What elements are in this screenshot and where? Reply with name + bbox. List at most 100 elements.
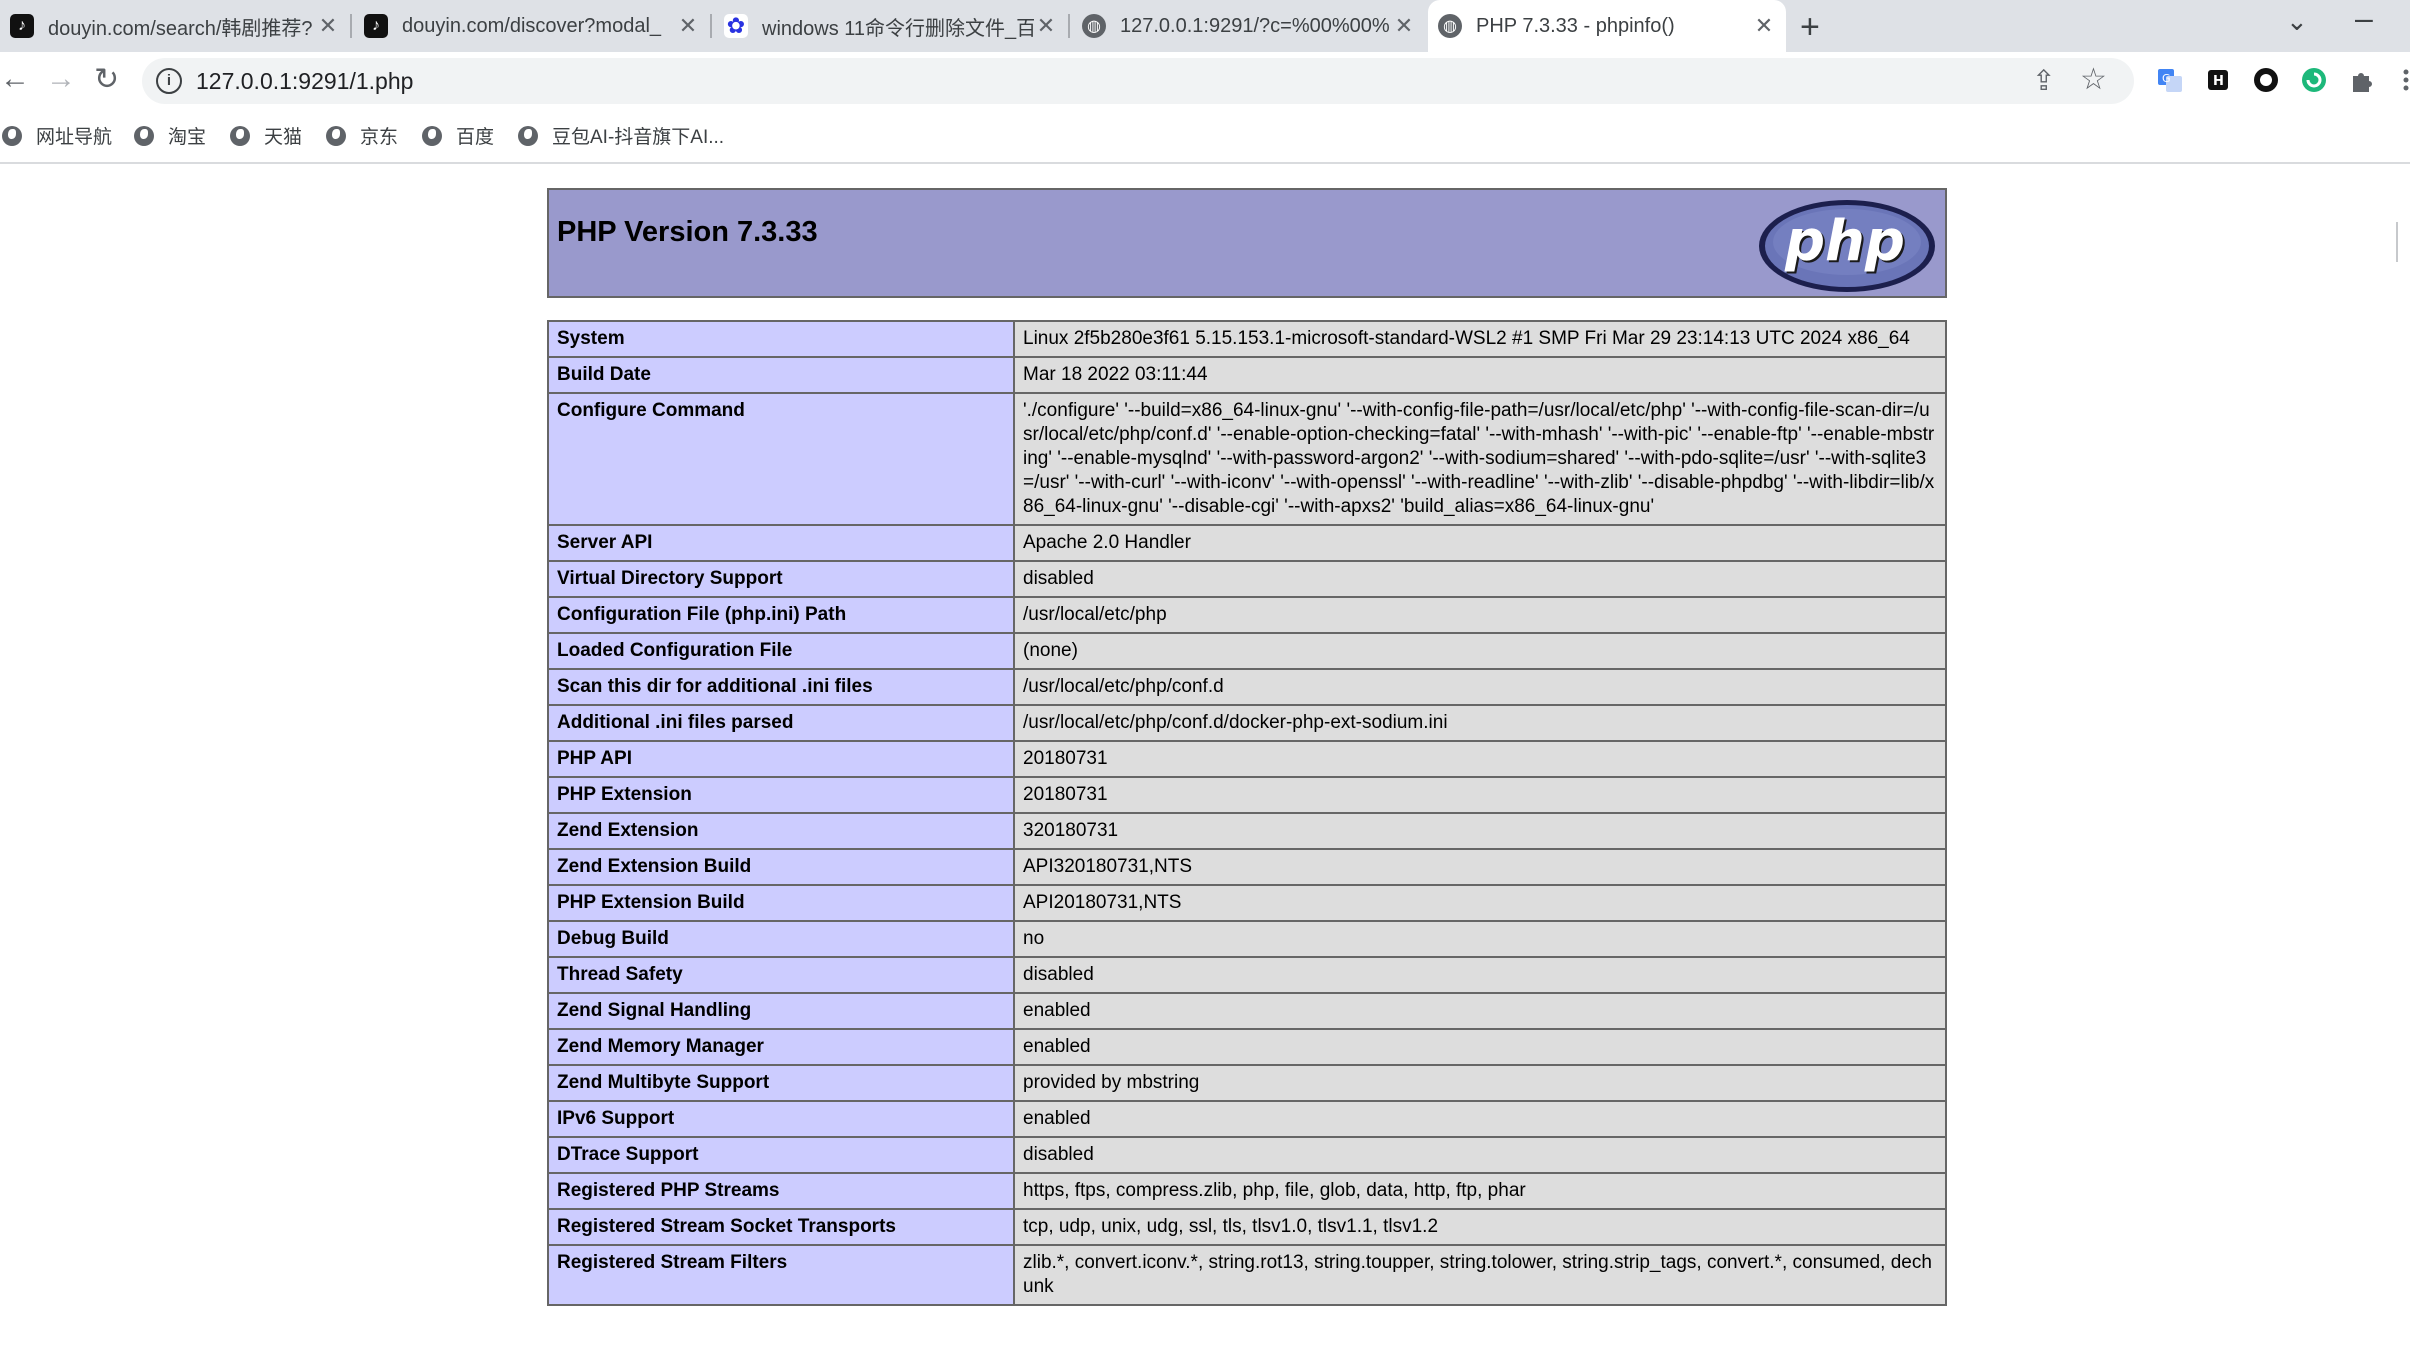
- close-icon[interactable]: ✕: [1752, 13, 1776, 39]
- row-value: /usr/local/etc/php/conf.d: [1013, 668, 1947, 706]
- bookmark-label: 淘宝: [168, 127, 207, 148]
- table-row: Scan this dir for additional .ini files /…: [547, 668, 1947, 706]
- row-key: Thread Safety: [547, 956, 1015, 994]
- row-value: (none): [1013, 632, 1947, 670]
- table-row: Additional .ini files parsed/usr/local/e…: [547, 704, 1947, 742]
- row-key: Zend Extension Build: [547, 848, 1015, 886]
- forward-icon[interactable]: →: [46, 62, 76, 96]
- table-row: PHP Extension 20180731: [547, 776, 1947, 814]
- bookmark-label: 网址导航: [36, 127, 113, 148]
- reload-icon[interactable]: ↻: [94, 62, 119, 97]
- row-value: 320180731: [1013, 812, 1947, 850]
- row-value: enabled: [1013, 992, 1947, 1030]
- close-icon[interactable]: ✕: [316, 13, 340, 39]
- table-row: PHP API 20180731: [547, 740, 1947, 778]
- bookmarks-overflow-divider: [2396, 222, 2398, 262]
- table-row: IPv6 Support enabled: [547, 1100, 1947, 1138]
- bookmark-item[interactable]: 天猫: [230, 122, 302, 149]
- site-info-icon[interactable]: i: [156, 68, 182, 94]
- table-row: Debug Build no: [547, 920, 1947, 958]
- row-value: Linux 2f5b280e3f61 5.15.153.1-microsoft-…: [1013, 320, 1947, 358]
- row-key: IPv6 Support: [547, 1100, 1015, 1138]
- row-value: Mar 18 2022 03:11:44: [1013, 356, 1947, 394]
- tab-phpinfo[interactable]: ◍ PHP 7.3.33 - phpinfo() ✕: [1428, 0, 1786, 52]
- table-row: Registered Stream Socket Transports tcp, …: [547, 1208, 1947, 1246]
- bookmark-star-icon[interactable]: ☆: [2080, 62, 2107, 97]
- row-value: enabled: [1013, 1100, 1947, 1138]
- share-icon[interactable]: ⇪: [2032, 64, 2055, 97]
- row-value: enabled: [1013, 1028, 1947, 1066]
- row-value: 20180731: [1013, 776, 1947, 814]
- row-key: Virtual Directory Support: [547, 560, 1015, 598]
- row-key: Registered PHP Streams: [547, 1172, 1015, 1210]
- row-value: provided by mbstring: [1013, 1064, 1947, 1102]
- table-row: Zend Multibyte Support provided by mbstri…: [547, 1064, 1947, 1102]
- address-bar[interactable]: i 127.0.0.1:9291/1.php ⇪ ☆: [142, 58, 2134, 104]
- chevron-down-icon[interactable]: ⌄: [2286, 6, 2308, 37]
- table-row: Build Date Mar 18 2022 03:11:44: [547, 356, 1947, 394]
- row-value: Apache 2.0 Handler: [1013, 524, 1947, 562]
- minimize-icon[interactable]: –: [2355, 0, 2373, 37]
- row-key: Server API: [547, 524, 1015, 562]
- tab-baidu[interactable]: ✿ windows 11命令行删除文件_百 ✕: [714, 0, 1068, 52]
- table-row: Registered Stream Filters zlib.*, convert…: [547, 1244, 1947, 1306]
- row-key: Registered Stream Socket Transports: [547, 1208, 1015, 1246]
- row-value: https, ftps, compress.zlib, php, file, g…: [1013, 1172, 1947, 1210]
- bookmark-item[interactable]: 网址导航: [2, 122, 112, 149]
- row-key: Zend Memory Manager: [547, 1028, 1015, 1066]
- green-extension-icon[interactable]: [2300, 66, 2328, 94]
- table-row: Zend Extension Build API320180731,NTS: [547, 848, 1947, 886]
- row-value: disabled: [1013, 956, 1947, 994]
- tiktok-icon: ♪: [364, 14, 388, 38]
- php-version-header: PHP Version 7.3.33 php php: [547, 188, 1947, 298]
- row-key: Build Date: [547, 356, 1015, 394]
- table-row: Zend Memory Manager enabled: [547, 1028, 1947, 1066]
- tab-title: 127.0.0.1:9291/?c=%00%00%: [1120, 14, 1390, 37]
- tab-separator: [1068, 14, 1070, 38]
- row-value: disabled: [1013, 560, 1947, 598]
- tab-separator: [350, 14, 352, 38]
- row-value: API20180731,NTS: [1013, 884, 1947, 922]
- row-key: Configuration File (php.ini) Path: [547, 596, 1015, 634]
- translate-icon[interactable]: G: [2156, 66, 2184, 94]
- close-icon[interactable]: ✕: [676, 13, 700, 39]
- tab-douyin-discover[interactable]: ♪ douyin.com/discover?modal_ ✕: [354, 0, 710, 52]
- tab-title: douyin.com/discover?modal_: [402, 14, 662, 37]
- new-tab-icon[interactable]: +: [1800, 8, 1820, 47]
- bookmark-item[interactable]: 京东: [326, 122, 398, 149]
- tab-title: PHP 7.3.33 - phpinfo(): [1476, 14, 1675, 37]
- menu-icon[interactable]: [2392, 66, 2410, 94]
- table-row: Thread Safety disabled: [547, 956, 1947, 994]
- globe-icon: [134, 125, 154, 146]
- tab-localhost-query[interactable]: ◍ 127.0.0.1:9291/?c=%00%00% ✕: [1072, 0, 1426, 52]
- row-value: './configure' '--build=x86_64-linux-gnu'…: [1013, 392, 1947, 526]
- bookmark-item[interactable]: 百度: [422, 122, 494, 149]
- tab-title: douyin.com/search/韩剧推荐?: [48, 17, 313, 40]
- row-value: tcp, udp, unix, udg, ssl, tls, tlsv1.0, …: [1013, 1208, 1947, 1246]
- h-extension-icon[interactable]: H: [2204, 66, 2232, 94]
- phpinfo-content: PHP Version 7.3.33 php php System Linux 2…: [547, 188, 1947, 1306]
- tab-douyin-search[interactable]: ♪ douyin.com/search/韩剧推荐? ✕: [0, 0, 350, 52]
- row-key: Zend Signal Handling: [547, 992, 1015, 1030]
- table-row: DTrace Support disabled: [547, 1136, 1947, 1174]
- table-row: Virtual Directory Support disabled: [547, 560, 1947, 598]
- bookmark-item[interactable]: 淘宝: [134, 122, 206, 149]
- globe-icon: [518, 125, 538, 146]
- puzzle-extensions-icon[interactable]: [2348, 66, 2376, 94]
- table-row: Server API Apache 2.0 Handler: [547, 524, 1947, 562]
- php-logo[interactable]: php php: [1757, 198, 1937, 294]
- bookmark-item[interactable]: 豆包AI-抖音旗下AI...: [518, 122, 724, 149]
- svg-text:H: H: [2213, 74, 2224, 89]
- bookmarks-bar: 网址导航 淘宝 天猫 京东 百度 豆包AI-抖音旗下AI...: [0, 110, 2410, 262]
- table-row: Configuration File (php.ini) Path/usr/lo…: [547, 596, 1947, 634]
- globe-icon: [230, 125, 250, 146]
- circle-extension-icon[interactable]: [2252, 66, 2280, 94]
- back-icon[interactable]: ←: [0, 62, 30, 96]
- page-title: PHP Version 7.3.33: [557, 216, 818, 248]
- tab-strip: ♪ douyin.com/search/韩剧推荐? ✕ ♪ douyin.com…: [0, 0, 2410, 52]
- close-icon[interactable]: ✕: [1034, 13, 1058, 39]
- globe-icon: [422, 125, 442, 146]
- browser-toolbar: ← → ↻ i 127.0.0.1:9291/1.php ⇪ ☆ G H: [0, 52, 2410, 110]
- url-text[interactable]: 127.0.0.1:9291/1.php: [196, 68, 413, 95]
- close-icon[interactable]: ✕: [1392, 13, 1416, 39]
